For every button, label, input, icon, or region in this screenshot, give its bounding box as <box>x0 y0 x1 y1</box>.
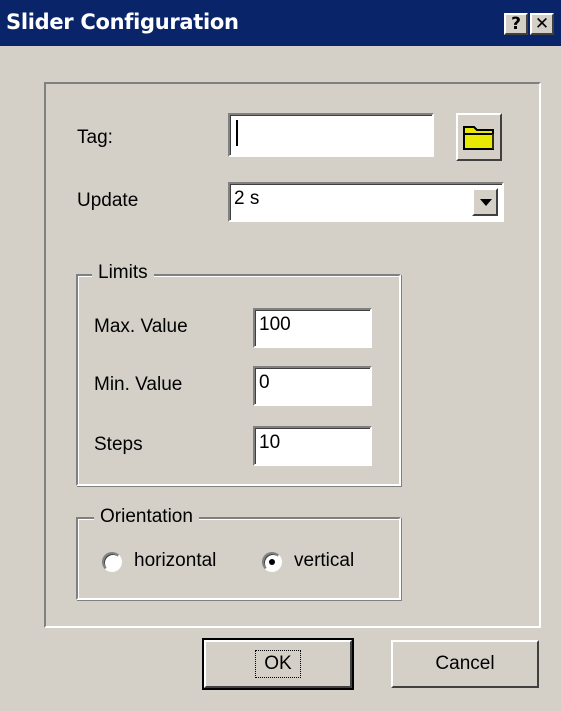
radio-horizontal[interactable]: horizontal <box>102 550 242 576</box>
cancel-button[interactable]: Cancel <box>391 640 539 688</box>
radio-horizontal-label: horizontal <box>134 550 217 571</box>
min-value-text: 0 <box>259 372 270 393</box>
update-label: Update <box>77 190 139 211</box>
tag-label: Tag: <box>77 127 113 148</box>
ok-button[interactable]: OK <box>202 638 354 690</box>
limits-group-title: Limits <box>92 262 154 284</box>
radio-vertical[interactable]: vertical <box>262 550 382 576</box>
help-icon: ? <box>511 13 521 34</box>
help-button[interactable]: ? <box>504 13 528 35</box>
min-value-input[interactable]: 0 <box>253 366 372 406</box>
steps-label: Steps <box>94 434 143 455</box>
chevron-down-icon[interactable] <box>472 188 498 216</box>
update-select-value: 2 s <box>234 188 260 209</box>
radio-horizontal-indicator[interactable] <box>102 552 122 572</box>
update-select[interactable]: 2 s <box>228 182 504 222</box>
title-bar: Slider Configuration ? ✕ <box>0 0 561 46</box>
max-value-input[interactable]: 100 <box>253 308 372 348</box>
max-value-text: 100 <box>259 314 291 335</box>
radio-vertical-indicator[interactable] <box>262 552 282 572</box>
min-value-label: Min. Value <box>94 374 183 395</box>
steps-text: 10 <box>259 432 281 453</box>
radio-vertical-label: vertical <box>294 550 355 571</box>
browse-tag-button[interactable] <box>456 113 502 161</box>
text-caret <box>236 120 238 146</box>
orientation-group-title: Orientation <box>94 506 199 528</box>
folder-icon <box>463 126 494 150</box>
close-button[interactable]: ✕ <box>530 13 554 35</box>
cancel-button-label: Cancel <box>435 653 495 674</box>
steps-input[interactable]: 10 <box>253 426 372 466</box>
max-value-label: Max. Value <box>94 316 188 337</box>
ok-button-label: OK <box>255 650 301 678</box>
close-icon: ✕ <box>534 13 550 34</box>
tag-input[interactable] <box>228 113 434 157</box>
window-title: Slider Configuration <box>6 10 239 34</box>
